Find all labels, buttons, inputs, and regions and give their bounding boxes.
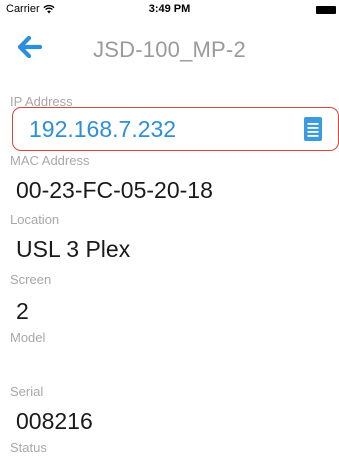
ip-address-value: 192.168.7.232 <box>29 116 177 142</box>
mac-address-value: 00-23-FC-05-20-18 <box>16 177 213 203</box>
status-time: 3:49 PM <box>148 3 191 15</box>
serial-value: 008216 <box>16 408 93 434</box>
page-title: JSD-100_MP-2 <box>93 37 246 62</box>
model-label: Model <box>10 330 46 345</box>
battery-icon <box>316 6 336 14</box>
document-icon[interactable] <box>304 117 322 141</box>
serial-label: Serial <box>10 384 44 399</box>
ip-address-field[interactable]: 192.168.7.232 <box>12 107 339 151</box>
status-bar: Carrier 3:49 PM <box>0 0 339 20</box>
location-label: Location <box>10 212 60 227</box>
screen-value: 2 <box>16 298 29 324</box>
navigation-bar: JSD-100_MP-2 <box>0 20 339 72</box>
location-value: USL 3 Plex <box>16 236 131 262</box>
screen-label: Screen <box>10 272 52 287</box>
status-label: Status <box>10 440 47 455</box>
mac-address-label: MAC Address <box>10 153 90 168</box>
